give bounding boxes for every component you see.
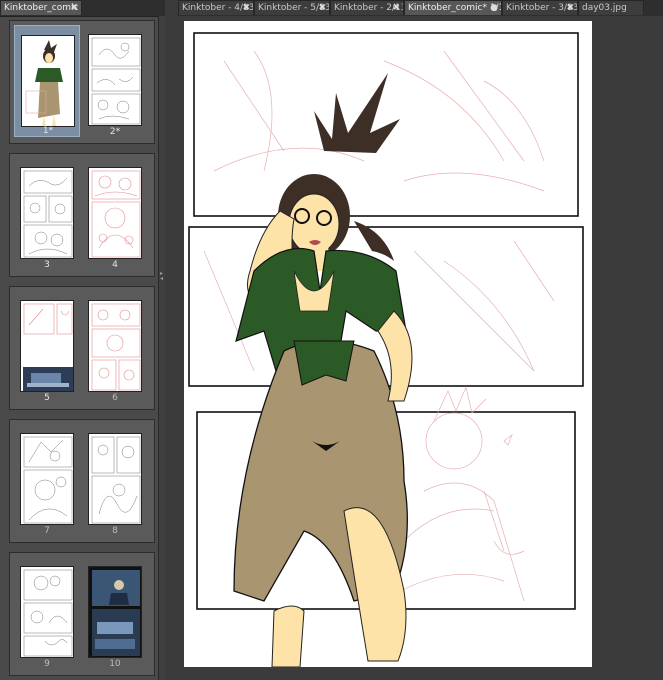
page-thumb-7[interactable]: 7 (14, 424, 80, 536)
page-number: 8 (112, 526, 118, 536)
close-icon[interactable]: ✖ (70, 1, 78, 15)
page-thumb-3[interactable]: 3 (14, 158, 80, 270)
character-figure (233, 73, 413, 667)
modified-dot-icon[interactable]: ● (490, 1, 498, 15)
close-icon[interactable]: ✖ (242, 1, 250, 15)
thumbnail-image (88, 167, 142, 259)
comic-artwork (188, 32, 584, 667)
page-number: 4 (112, 260, 118, 270)
spread-1: 1* 2* (9, 20, 155, 144)
thumbnail-image (88, 566, 142, 658)
page-thumb-5[interactable]: 5 (14, 291, 80, 403)
page-thumb-6[interactable]: 6 (82, 291, 148, 403)
tab-kinktober-comic-1[interactable]: Kinktober_comic* 1/13 ● (404, 0, 502, 15)
thumbnail-image (88, 34, 142, 126)
thumbnail-image (20, 300, 74, 392)
spread-5: 9 10 (9, 552, 155, 676)
spread-3: 5 6 (9, 286, 155, 410)
document-tabbar: Kinktober - 4/13 ✖ Kinktober - 5/13 ✖ Ki… (178, 0, 663, 17)
close-icon[interactable]: ✖ (392, 1, 400, 15)
panel-tabbar: Kinktober_comic ✖ (0, 0, 165, 17)
close-icon[interactable]: ✖ (566, 1, 574, 15)
page-list: 1* 2* 3 4 5 6 7 8 9 10 (9, 20, 155, 676)
page-number: 5 (44, 393, 50, 403)
page-management-panel: Kinktober_comic ✖ 1* 2* 3 4 5 6 7 8 9 10 (0, 0, 165, 680)
page-number: 1* (42, 126, 54, 136)
tab-label: Kinktober_comic* 1/13 (408, 3, 502, 13)
spread-4: 7 8 (9, 419, 155, 543)
page-number: 6 (112, 393, 118, 403)
page-thumb-4[interactable]: 4 (82, 158, 148, 270)
page-thumb-2[interactable]: 2* (82, 25, 148, 137)
thumbnail-image (88, 433, 142, 525)
page-number: 9 (44, 659, 50, 669)
page-thumb-8[interactable]: 8 (82, 424, 148, 536)
spread-2: 3 4 (9, 153, 155, 277)
thumbnail-image (20, 566, 74, 658)
canvas-area[interactable] (165, 16, 663, 680)
tab-kinktober-comic-panel[interactable]: Kinktober_comic ✖ (0, 0, 82, 15)
panel-border-1 (193, 32, 579, 217)
thumbnail-image (21, 35, 75, 127)
page-number: 7 (44, 526, 50, 536)
tab-label: Kinktober_comic (4, 3, 79, 13)
page-thumb-10[interactable]: 10 (82, 557, 148, 669)
tab-day03[interactable]: day03.jpg (578, 0, 644, 15)
thumbnail-image (20, 433, 74, 525)
page-number: 10 (109, 659, 121, 669)
close-icon[interactable]: ✖ (318, 1, 326, 15)
tab-label: day03.jpg (582, 3, 627, 13)
comic-page[interactable] (184, 21, 592, 667)
thumbnail-image (88, 300, 142, 392)
page-number: 2* (109, 127, 121, 137)
tab-kinktober-5[interactable]: Kinktober - 5/13 ✖ (254, 0, 330, 15)
tab-kinktober-4[interactable]: Kinktober - 4/13 ✖ (178, 0, 254, 15)
tab-kinktober-3[interactable]: Kinktober - 3/13 ✖ (502, 0, 578, 15)
thumbnail-image (20, 167, 74, 259)
page-thumb-1[interactable]: 1* (14, 25, 80, 137)
page-number: 3 (44, 260, 50, 270)
page-thumb-9[interactable]: 9 (14, 557, 80, 669)
tab-kinktober-2[interactable]: Kinktober - 2/13 ✖ (330, 0, 404, 15)
